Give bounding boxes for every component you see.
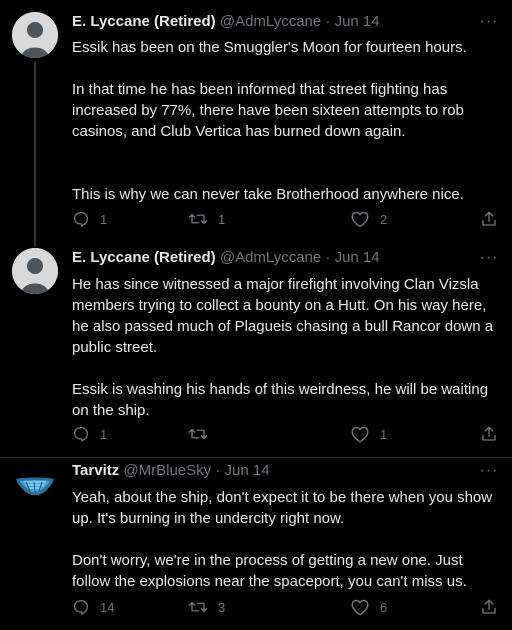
reply-button[interactable]: 1 — [72, 210, 107, 228]
like-button[interactable]: 1 — [350, 425, 387, 443]
retweet-icon — [188, 428, 208, 440]
retweet-button[interactable]: 1 — [188, 210, 225, 228]
retweet-button[interactable]: 3 — [188, 598, 225, 616]
tweet-text: Yeah, about the ship, don't expect it to… — [72, 489, 497, 527]
like-count: 6 — [380, 599, 388, 615]
share-icon — [482, 599, 496, 614]
ship-avatar-icon — [12, 464, 58, 510]
retweet-icon — [188, 601, 208, 613]
avatar[interactable] — [12, 12, 58, 58]
tweet-date[interactable]: Jun 14 — [335, 13, 380, 30]
separator-dot: · — [325, 13, 331, 30]
tweet-1[interactable]: E. Lyccane (Retired) @AdmLyccane · Jun 1… — [0, 0, 512, 242]
tweet-text: This is why we can never take Brotherhoo… — [72, 186, 464, 203]
tweet-2[interactable]: E. Lyccane (Retired) @AdmLyccane · Jun 1… — [0, 240, 512, 458]
reply-icon — [73, 599, 89, 615]
retweet-count: 1 — [218, 211, 226, 227]
tweet-header: E. Lyccane (Retired) @AdmLyccane · Jun 1… — [72, 248, 500, 268]
avatar[interactable] — [12, 464, 58, 510]
tweet-text: He has since witnessed a major firefight… — [72, 276, 498, 356]
display-name[interactable]: Tarvitz — [72, 462, 119, 479]
tweet-3[interactable]: Tarvitz @MrBlueSky · Jun 14 ··· Yeah, ab… — [0, 458, 512, 630]
tweet-text: In that time he has been informed that s… — [72, 81, 469, 140]
display-name[interactable]: E. Lyccane (Retired) — [72, 13, 216, 30]
thread-line — [34, 62, 36, 242]
thread-line — [34, 240, 36, 246]
tweet-header: Tarvitz @MrBlueSky · Jun 14 — [72, 461, 500, 481]
reply-count: 1 — [100, 211, 108, 227]
tweet-header: E. Lyccane (Retired) @AdmLyccane · Jun 1… — [72, 12, 500, 32]
like-icon — [351, 426, 369, 443]
share-icon — [482, 426, 496, 441]
avatar[interactable] — [12, 248, 58, 294]
like-count: 1 — [380, 426, 388, 442]
user-handle[interactable]: @AdmLyccane — [220, 249, 321, 266]
like-icon — [351, 211, 369, 228]
share-button[interactable] — [480, 598, 498, 616]
like-icon — [351, 599, 369, 616]
tweet-date[interactable]: Jun 14 — [225, 462, 270, 479]
display-name[interactable]: E. Lyccane (Retired) — [72, 249, 216, 266]
reply-button[interactable]: 14 — [72, 598, 114, 616]
retweet-count: 3 — [218, 599, 226, 615]
tweet-text: Don't worry, we're in the process of get… — [72, 552, 467, 590]
tweet-date[interactable]: Jun 14 — [335, 249, 380, 266]
separator-dot: · — [325, 249, 331, 266]
reply-icon — [73, 211, 89, 227]
reply-icon — [73, 426, 89, 442]
reply-count: 1 — [100, 426, 108, 442]
action-bar: 1 1 — [72, 425, 500, 447]
reply-button[interactable]: 1 — [72, 425, 107, 443]
share-icon — [482, 211, 496, 226]
user-handle[interactable]: @AdmLyccane — [220, 13, 321, 30]
like-button[interactable]: 2 — [350, 210, 387, 228]
tweet-text: Essik has been on the Smuggler's Moon fo… — [72, 39, 467, 56]
retweet-button[interactable] — [188, 425, 218, 443]
action-bar: 1 1 2 — [72, 210, 500, 232]
like-button[interactable]: 6 — [350, 598, 387, 616]
like-count: 2 — [380, 211, 388, 227]
retweet-icon — [188, 213, 208, 225]
default-avatar-icon — [12, 248, 58, 294]
action-bar: 14 3 6 — [72, 598, 500, 620]
default-avatar-icon — [12, 12, 58, 58]
more-icon[interactable]: ··· — [478, 463, 500, 485]
more-icon[interactable]: ··· — [478, 250, 500, 272]
tweet-text: Essik is washing his hands of this weird… — [72, 381, 493, 419]
more-icon[interactable]: ··· — [478, 14, 500, 36]
share-button[interactable] — [480, 425, 498, 443]
reply-count: 14 — [100, 599, 115, 615]
user-handle[interactable]: @MrBlueSky — [123, 462, 211, 479]
separator-dot: · — [215, 462, 221, 479]
share-button[interactable] — [480, 210, 498, 228]
